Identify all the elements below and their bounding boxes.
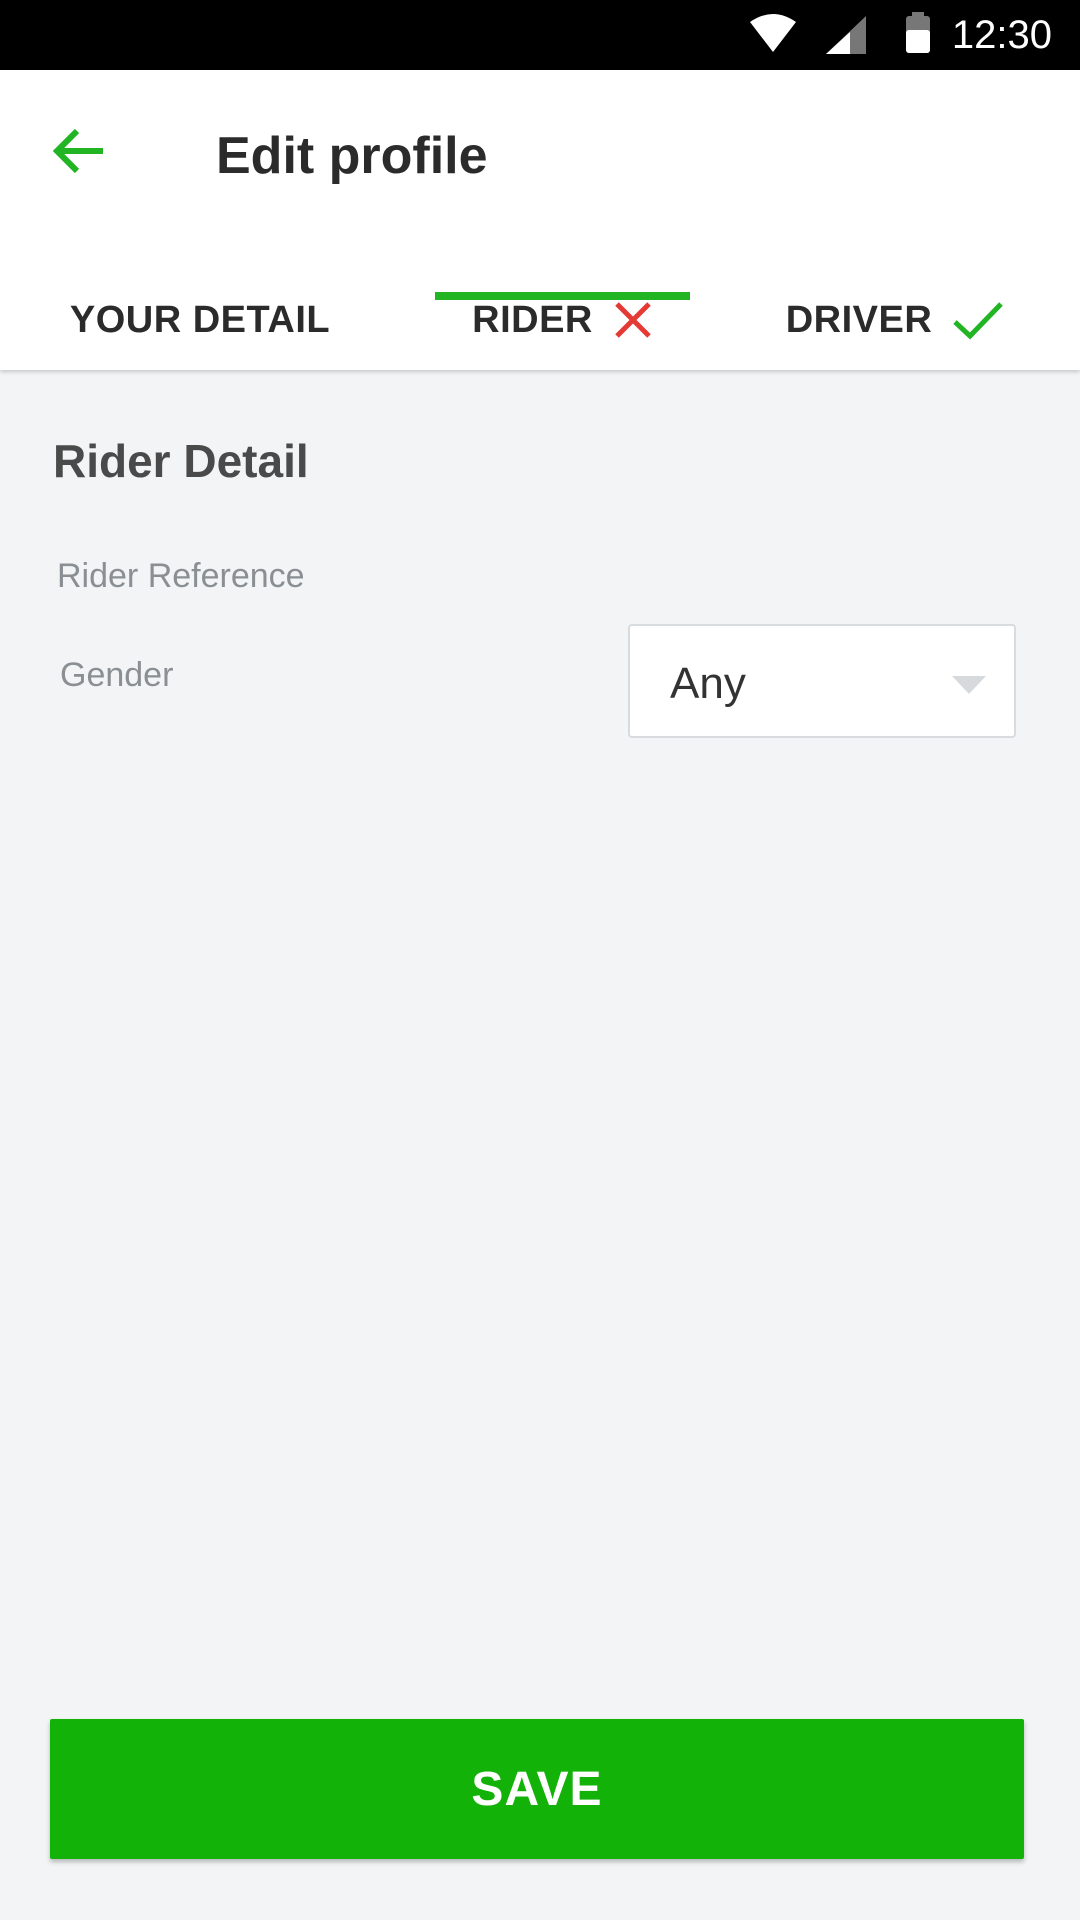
tab-selected-indicator [435, 292, 690, 300]
app-bar: Edit profile YOUR DETAIL RIDER DRIVER [0, 70, 1080, 370]
back-button[interactable] [40, 118, 120, 188]
status-bar: 12:30 [0, 0, 1080, 70]
tab-driver[interactable]: DRIVER [770, 270, 1020, 370]
gender-select-value: Any [670, 659, 746, 708]
save-button[interactable]: SAVE [50, 1719, 1024, 1859]
wifi-icon [748, 14, 798, 59]
tab-label: DRIVER [785, 298, 933, 341]
save-button-label: SAVE [471, 1762, 603, 1816]
cross-icon [613, 300, 653, 340]
tab-label: YOUR DETAIL [69, 298, 331, 341]
page-title: Edit profile [216, 127, 488, 185]
tab-rider[interactable]: RIDER [435, 270, 690, 370]
check-icon [952, 300, 1004, 340]
rider-reference-label: Rider Reference [57, 557, 305, 595]
battery-icon [904, 12, 932, 59]
gender-label: Gender [60, 656, 174, 694]
tab-bar: YOUR DETAIL RIDER DRIVER [0, 270, 1080, 370]
status-time: 12:30 [951, 13, 1052, 57]
tab-label: RIDER [472, 298, 593, 341]
cell-signal-icon [826, 16, 866, 59]
section-title: Rider Detail [53, 435, 309, 487]
tab-your-detail[interactable]: YOUR DETAIL [40, 270, 360, 370]
arrow-left-icon [52, 126, 107, 181]
gender-select[interactable]: Any [628, 624, 1016, 738]
caret-down-icon [952, 676, 986, 699]
